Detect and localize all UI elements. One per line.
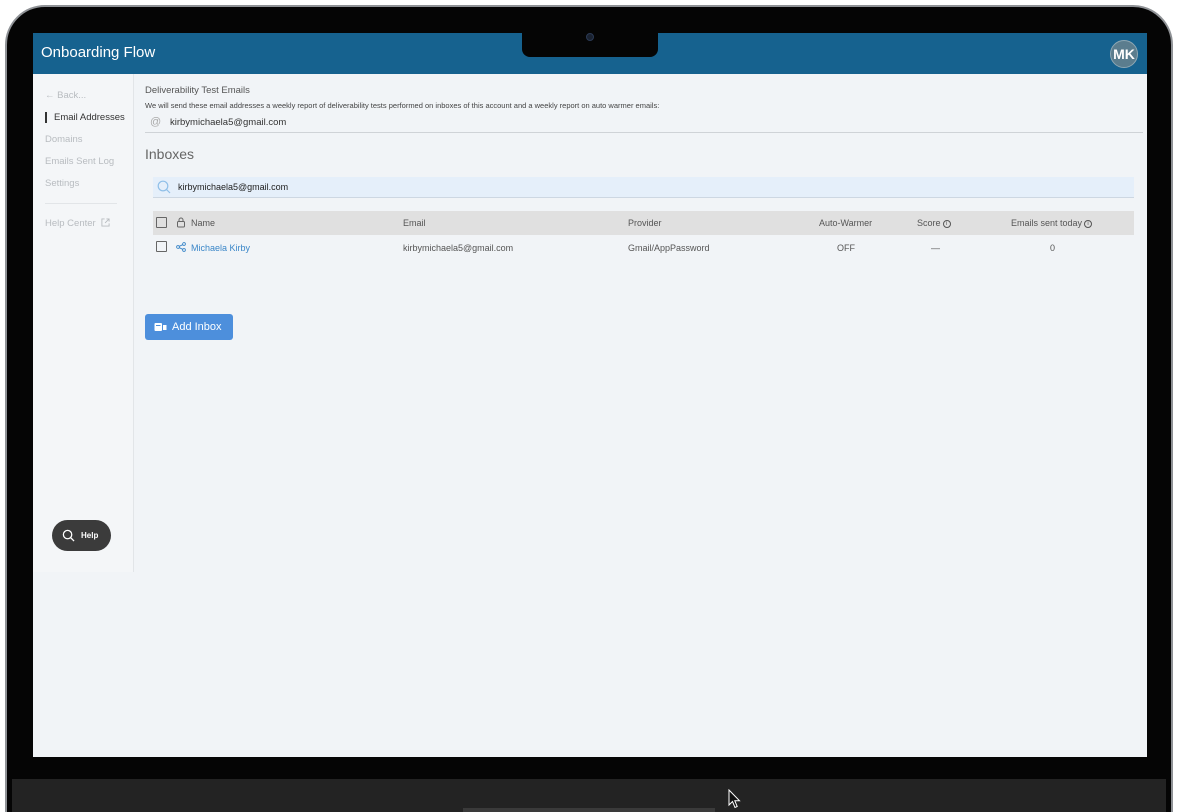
sidebar-item-help-center[interactable]: Help Center bbox=[45, 218, 110, 229]
row-auto-warmer[interactable]: OFF bbox=[837, 243, 855, 253]
main-content: Deliverability Test Emails We will send … bbox=[134, 74, 1147, 572]
camera-notch bbox=[522, 33, 658, 57]
avatar[interactable]: MK bbox=[1110, 40, 1138, 68]
info-icon: i bbox=[1084, 220, 1093, 228]
column-header-email[interactable]: Email bbox=[403, 218, 426, 228]
column-header-score-label: Score bbox=[917, 218, 941, 228]
search-icon bbox=[62, 529, 75, 542]
add-inbox-label: Add Inbox bbox=[172, 321, 222, 333]
sidebar: ← Back... Email Addresses Domains Emails… bbox=[33, 74, 134, 572]
share-icon bbox=[176, 242, 186, 252]
column-header-name[interactable]: Name bbox=[191, 218, 215, 228]
empty-content-area bbox=[33, 572, 1147, 757]
sidebar-item-emails-sent-log[interactable]: Emails Sent Log bbox=[45, 156, 114, 167]
laptop-base-notch bbox=[463, 808, 715, 812]
table-header: Name Email Provider Auto-Warmer Score i E… bbox=[153, 211, 1134, 235]
row-name-link[interactable]: Michaela Kirby bbox=[191, 243, 250, 253]
inbox-search-input[interactable]: kirbymichaela5@gmail.com bbox=[153, 177, 1134, 198]
column-header-emails-sent-today-label: Emails sent today bbox=[1011, 218, 1083, 228]
external-link-icon bbox=[101, 218, 110, 227]
arrow-left-icon: ← bbox=[45, 90, 55, 101]
select-all-checkbox[interactable] bbox=[156, 217, 167, 228]
row-checkbox[interactable] bbox=[156, 241, 167, 252]
sidebar-divider bbox=[45, 203, 117, 204]
app-title: Onboarding Flow bbox=[41, 44, 156, 61]
sidebar-item-settings[interactable]: Settings bbox=[45, 178, 79, 189]
column-header-provider[interactable]: Provider bbox=[628, 218, 662, 228]
sidebar-back-link[interactable]: ← Back... bbox=[45, 90, 86, 101]
search-value: kirbymichaela5@gmail.com bbox=[178, 182, 289, 192]
help-button[interactable]: Help bbox=[52, 520, 111, 551]
help-button-label: Help bbox=[81, 531, 99, 540]
sidebar-item-email-addresses[interactable]: Email Addresses bbox=[45, 112, 125, 123]
row-emails-sent-today: 0 bbox=[1050, 243, 1056, 253]
deliverability-label: Deliverability Test Emails bbox=[145, 85, 250, 96]
search-icon bbox=[157, 180, 171, 194]
row-email: kirbymichaela5@gmail.com bbox=[403, 243, 514, 253]
sidebar-back-label: Back... bbox=[57, 90, 87, 101]
inboxes-title: Inboxes bbox=[145, 146, 195, 162]
screen: Onboarding Flow MK ← Back... Email Addre… bbox=[33, 33, 1147, 757]
help-center-label: Help Center bbox=[45, 218, 96, 229]
at-icon: @ bbox=[150, 116, 162, 128]
table-row[interactable]: Michaela Kirby kirbymichaela5@gmail.com … bbox=[153, 235, 1134, 259]
mouse-cursor-icon bbox=[728, 789, 741, 809]
info-icon: i bbox=[942, 220, 951, 228]
inbox-icon bbox=[154, 323, 167, 331]
camera-icon bbox=[586, 33, 594, 41]
column-header-score[interactable]: Score i bbox=[917, 218, 951, 228]
column-header-emails-sent-today[interactable]: Emails sent today i bbox=[1011, 218, 1093, 228]
row-score: — bbox=[931, 243, 940, 253]
column-header-auto-warmer[interactable]: Auto-Warmer bbox=[819, 218, 872, 228]
deliverability-email-field[interactable]: @ kirbymichaela5@gmail.com bbox=[145, 114, 1143, 133]
deliverability-email-value: kirbymichaela5@gmail.com bbox=[170, 117, 287, 128]
sidebar-item-domains[interactable]: Domains bbox=[45, 134, 83, 145]
deliverability-description: We will send these email addresses a wee… bbox=[145, 101, 660, 110]
row-provider: Gmail/AppPassword bbox=[628, 243, 710, 253]
lock-icon bbox=[177, 217, 185, 228]
add-inbox-button[interactable]: Add Inbox bbox=[145, 314, 233, 340]
